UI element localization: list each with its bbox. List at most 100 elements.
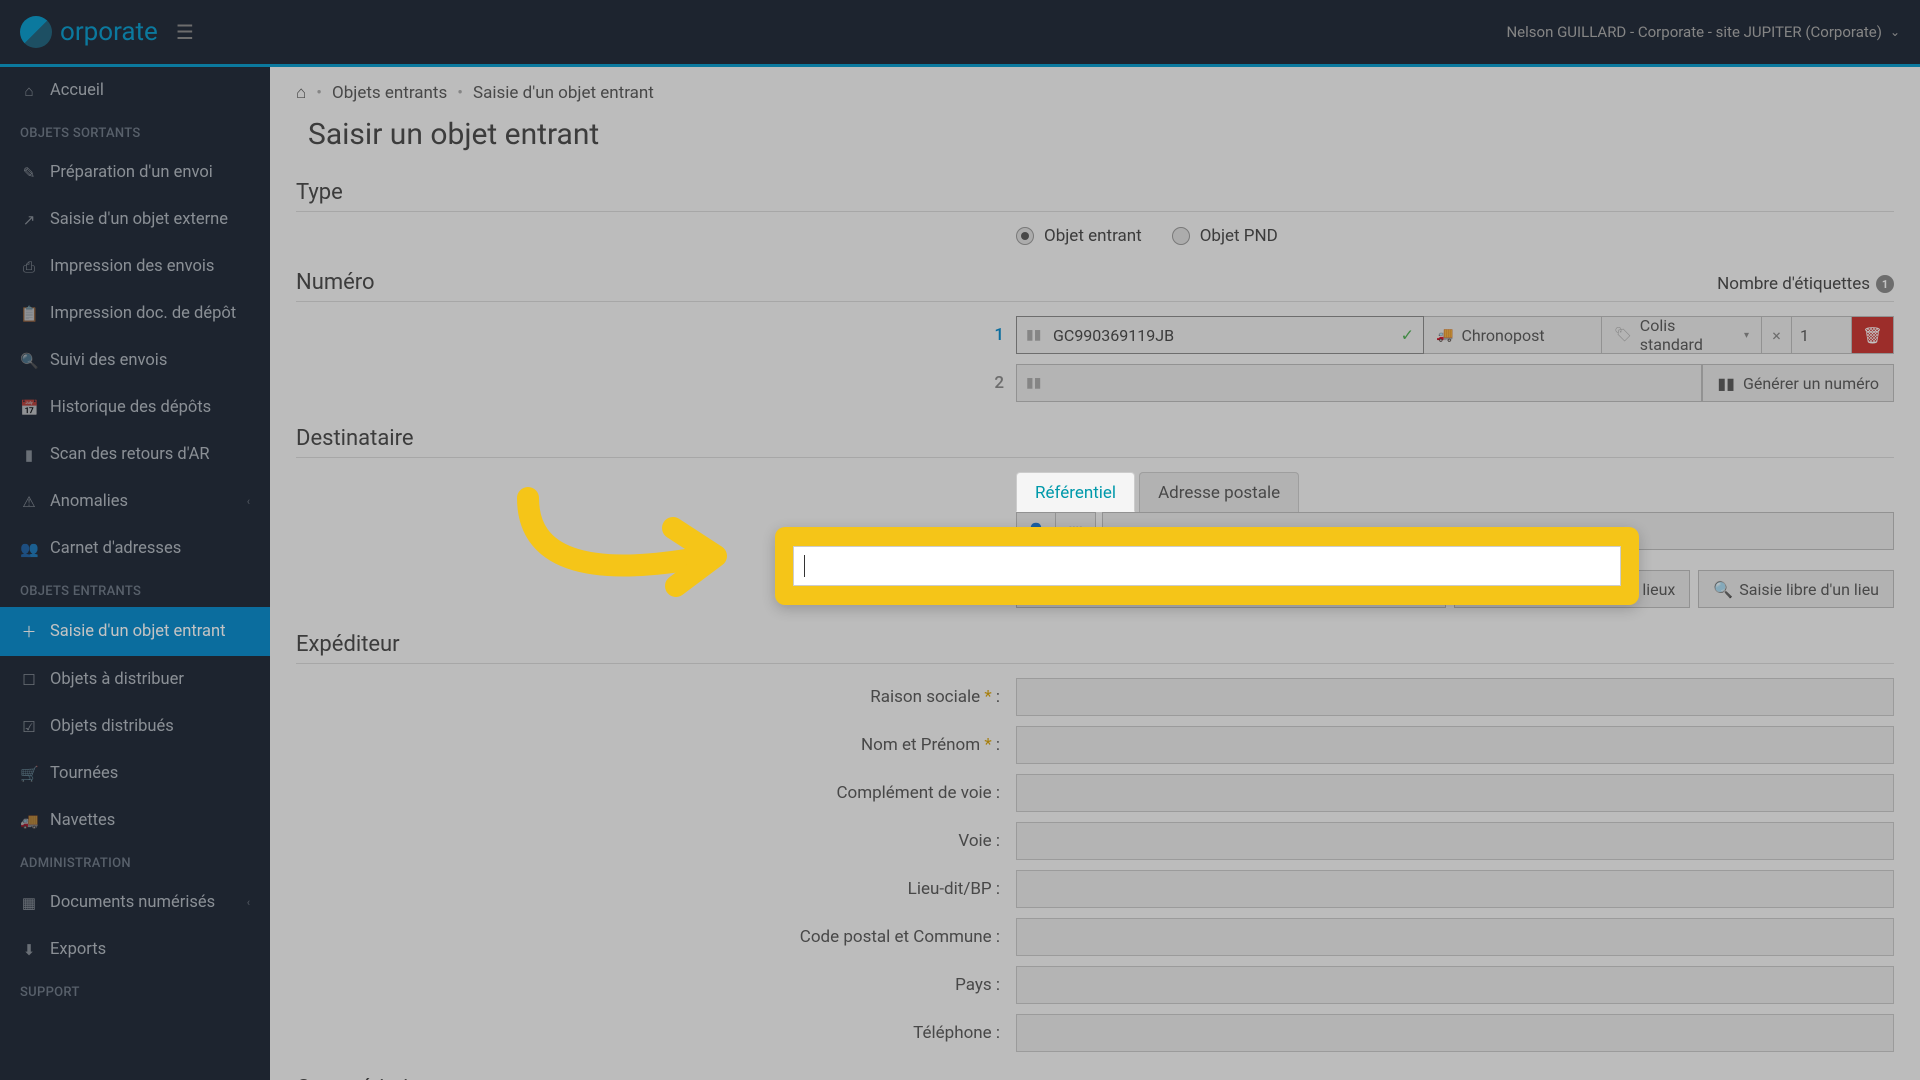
telephone-input[interactable] bbox=[1016, 1014, 1894, 1052]
sidebar-item-historique[interactable]: 📅 Historique des dépôts bbox=[0, 384, 270, 431]
row-index: 2 bbox=[980, 373, 1004, 393]
lieudit-input[interactable] bbox=[1016, 870, 1894, 908]
radio-icon bbox=[1172, 227, 1190, 245]
complement-voie-input[interactable] bbox=[1016, 774, 1894, 812]
sidebar-item-anomalies[interactable]: ⚠ Anomalies ‹ bbox=[0, 478, 270, 525]
section-heading: Destinataire bbox=[296, 416, 1894, 458]
cp-commune-input[interactable] bbox=[1016, 918, 1894, 956]
sidebar-label: Impression doc. de dépôt bbox=[50, 304, 236, 323]
breadcrumb-sep: • bbox=[457, 83, 463, 103]
barcode-icon: ▮▮ bbox=[1026, 327, 1041, 343]
chevron-down-icon: ⌄ bbox=[1890, 25, 1900, 39]
radio-icon bbox=[1016, 227, 1034, 245]
sidebar-item-saisie-entrant[interactable]: ＋Saisie d'un objet entrant bbox=[0, 607, 270, 656]
button-label: Saisie libre d'un lieu bbox=[1739, 580, 1879, 599]
section-heading: Expéditeur bbox=[296, 622, 1894, 664]
sidebar-label: Préparation d'un envoi bbox=[50, 163, 213, 182]
numero-row-2: 2 ▮▮ ▮▮Générer un numéro bbox=[1016, 364, 1894, 402]
user-menu[interactable]: Nelson GUILLARD - Corporate - site JUPIT… bbox=[1506, 23, 1900, 41]
sidebar-item-impression-doc[interactable]: 📋 Impression doc. de dépôt bbox=[0, 290, 270, 337]
barcode-icon: ▮▮ bbox=[1026, 375, 1041, 391]
raison-sociale-input[interactable] bbox=[1016, 678, 1894, 716]
home-icon: ⌂ bbox=[20, 82, 38, 100]
sidebar-item-carnet[interactable]: 👥Carnet d'adresses bbox=[0, 525, 270, 572]
numero-input-empty[interactable] bbox=[1016, 364, 1702, 402]
section-heading-text: Numéro bbox=[296, 270, 375, 295]
sidebar-label: Impression des envois bbox=[50, 257, 214, 276]
highlighted-input[interactable] bbox=[793, 546, 1621, 586]
tag-icon: 🏷 bbox=[1614, 327, 1632, 343]
sidebar-label: Accueil bbox=[50, 81, 104, 100]
radio-objet-entrant[interactable]: Objet entrant bbox=[1016, 226, 1142, 246]
home-icon[interactable]: ⌂ bbox=[296, 83, 306, 103]
sidebar-label: Historique des dépôts bbox=[50, 398, 211, 417]
sidebar-item-preparation[interactable]: ✎Préparation d'un envoi bbox=[0, 149, 270, 196]
row-index: 1 bbox=[980, 325, 1004, 345]
delete-button[interactable]: 🗑 bbox=[1852, 316, 1894, 354]
breadcrumb-current: Saisie d'un objet entrant bbox=[473, 83, 654, 103]
inbox-icon: ☐ bbox=[20, 671, 38, 689]
sidebar-label: Navettes bbox=[50, 811, 115, 830]
section-heading: Numéro Nombre d'étiquettes1 bbox=[296, 260, 1894, 302]
sidebar-label: Anomalies bbox=[50, 492, 128, 511]
section-numero: Numéro Nombre d'étiquettes1 1 ▮▮ ✓ 🚚Chro… bbox=[296, 260, 1894, 402]
users-icon: 👥 bbox=[20, 540, 38, 558]
remove-x[interactable]: × bbox=[1762, 316, 1792, 354]
numero-input[interactable] bbox=[1016, 316, 1424, 354]
chevron-left-icon: ‹ bbox=[247, 896, 250, 909]
carrier-select[interactable]: 🚚Chronopost bbox=[1424, 316, 1602, 354]
sidebar-item-exports[interactable]: ⬇Exports bbox=[0, 926, 270, 973]
colis-type-select[interactable]: 🏷Colis standard▾ bbox=[1602, 316, 1762, 354]
sidebar-item-tournees[interactable]: 🛒Tournées bbox=[0, 750, 270, 797]
sidebar-item-accueil[interactable]: ⌂ Accueil bbox=[0, 67, 270, 114]
chevron-left-icon: ‹ bbox=[247, 495, 250, 508]
tab-adresse-postale[interactable]: Adresse postale bbox=[1139, 472, 1299, 512]
text-cursor bbox=[804, 555, 805, 577]
clipboard-icon: 📋 bbox=[20, 305, 38, 323]
sidebar-item-a-distribuer[interactable]: ☐ Objets à distribuer bbox=[0, 656, 270, 703]
nom-prenom-input[interactable] bbox=[1016, 726, 1894, 764]
tutorial-highlight bbox=[775, 527, 1639, 605]
saisie-libre-button[interactable]: 🔍Saisie libre d'un lieu bbox=[1698, 570, 1894, 608]
breadcrumb-sep: • bbox=[316, 83, 322, 103]
warning-icon: ⚠ bbox=[20, 493, 38, 511]
close-icon: × bbox=[1768, 326, 1785, 345]
brand-logo[interactable]: orporate bbox=[20, 16, 158, 48]
pays-input[interactable] bbox=[1016, 966, 1894, 1004]
sidebar-item-documents[interactable]: ▦Documents numérisés‹ bbox=[0, 879, 270, 926]
generate-number-button[interactable]: ▮▮Générer un numéro bbox=[1702, 364, 1894, 402]
check-icon: ☑ bbox=[20, 718, 38, 736]
sidebar-item-scan[interactable]: ▮Scan des retours d'AR bbox=[0, 431, 270, 478]
sidebar-label: Objets à distribuer bbox=[50, 670, 184, 689]
field-label: Pays : bbox=[296, 975, 1016, 995]
sidebar-item-distribues[interactable]: ☑ Objets distribués bbox=[0, 703, 270, 750]
field-label: Complément de voie : bbox=[296, 783, 1016, 803]
sidebar-item-impression-envois[interactable]: ⎙ Impression des envois bbox=[0, 243, 270, 290]
section-heading: Caractéristiques bbox=[296, 1066, 1894, 1080]
sidebar-item-suivi[interactable]: 🔍Suivi des envois bbox=[0, 337, 270, 384]
check-icon: ✓ bbox=[1401, 326, 1414, 345]
sidebar-header-admin: ADMINISTRATION bbox=[0, 844, 270, 879]
sidebar-item-navettes[interactable]: 🚚Navettes bbox=[0, 797, 270, 844]
print-icon: ⎙ bbox=[20, 258, 38, 276]
user-label: Nelson GUILLARD - Corporate - site JUPIT… bbox=[1506, 23, 1881, 41]
sidebar: ⌂Accueil OBJETS SORTANTS ✎Préparation d'… bbox=[0, 67, 270, 1080]
field-label: Voie : bbox=[296, 831, 1016, 851]
trash-icon: 🗑 bbox=[1862, 326, 1882, 345]
carrier-value: Chronopost bbox=[1461, 326, 1544, 345]
calendar-icon: 📅 bbox=[20, 399, 38, 417]
qty-input[interactable]: 1 bbox=[1792, 316, 1852, 354]
brand-text: orporate bbox=[60, 17, 158, 47]
sidebar-label: Scan des retours d'AR bbox=[50, 445, 210, 464]
radio-label: Objet PND bbox=[1200, 226, 1278, 246]
section-expediteur: Expéditeur Raison sociale * : Nom et Pré… bbox=[296, 622, 1894, 1052]
tab-referentiel[interactable]: Référentiel bbox=[1016, 472, 1135, 512]
voie-input[interactable] bbox=[1016, 822, 1894, 860]
breadcrumb-link[interactable]: Objets entrants bbox=[332, 83, 447, 103]
barcode-icon: ▮▮ bbox=[1717, 374, 1735, 393]
field-label: Code postal et Commune : bbox=[296, 927, 1016, 947]
radio-objet-pnd[interactable]: Objet PND bbox=[1172, 226, 1278, 246]
menu-toggle-icon[interactable]: ☰ bbox=[176, 20, 194, 44]
sidebar-item-saisie-externe[interactable]: ↗Saisie d'un objet externe bbox=[0, 196, 270, 243]
sidebar-label: Objets distribués bbox=[50, 717, 174, 736]
